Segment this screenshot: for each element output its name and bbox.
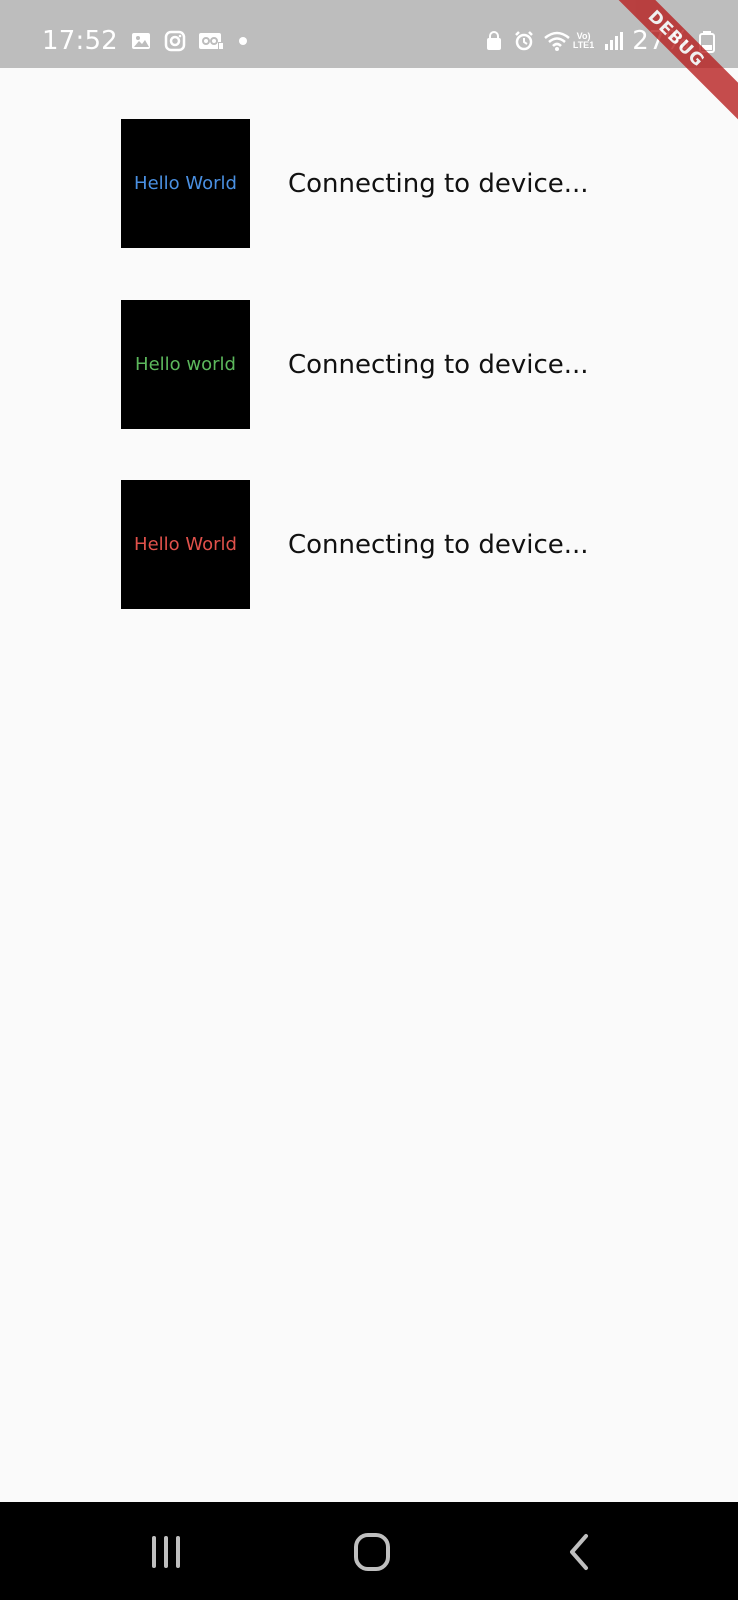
home-icon[interactable]: [352, 1532, 392, 1572]
wifi-icon: [543, 30, 570, 52]
status-bar: 17:52 Vo) LTE1 27%: [0, 0, 738, 68]
battery-percentage: 27%: [632, 26, 690, 56]
recent-apps-icon[interactable]: [146, 1532, 186, 1572]
alarm-icon: [513, 30, 535, 52]
navigation-bar: [0, 1502, 738, 1600]
device-thumbnail: Hello World: [121, 480, 250, 609]
back-icon[interactable]: [560, 1532, 600, 1572]
voicemail-icon: [198, 30, 224, 52]
device-status: Connecting to device...: [288, 529, 589, 560]
device-thumbnail-text: Hello World: [134, 173, 237, 194]
device-status: Connecting to device...: [288, 349, 589, 380]
dot-icon: [232, 30, 254, 52]
lte-bottom-label: LTE1: [572, 40, 595, 50]
device-status: Connecting to device...: [288, 168, 589, 199]
device-thumbnail-text: Hello World: [134, 534, 237, 555]
device-list-item[interactable]: Hello world Connecting to device...: [121, 300, 641, 429]
signal-icon: [602, 30, 624, 52]
battery-icon: [698, 30, 720, 53]
status-time: 17:52: [42, 26, 118, 56]
lock-icon: [483, 30, 505, 52]
device-list-item[interactable]: Hello World Connecting to device...: [121, 480, 641, 609]
device-thumbnail: Hello world: [121, 300, 250, 429]
device-thumbnail-text: Hello world: [135, 354, 236, 375]
device-thumbnail: Hello World: [121, 119, 250, 248]
lte-icon: Vo) LTE1: [573, 32, 594, 50]
gallery-icon: [130, 30, 152, 52]
instagram-icon: [164, 30, 186, 52]
device-list-item[interactable]: Hello World Connecting to device...: [121, 119, 641, 248]
